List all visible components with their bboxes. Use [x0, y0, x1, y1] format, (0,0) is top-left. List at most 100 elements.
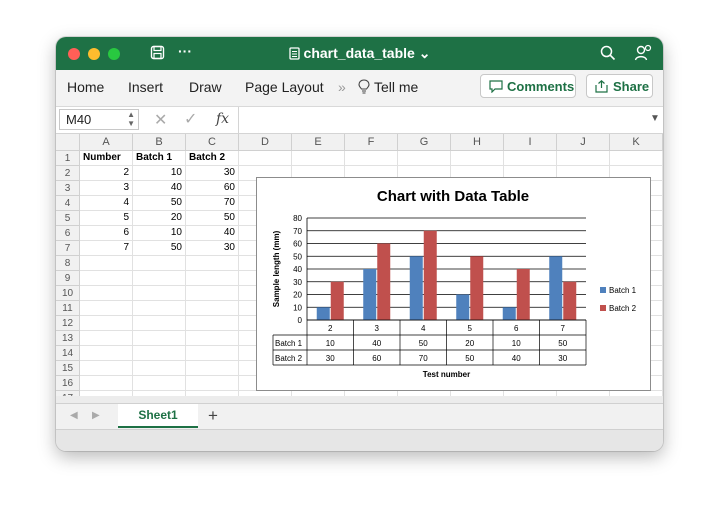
column-header[interactable]: I [504, 134, 557, 151]
data-cell[interactable]: 4 [80, 196, 133, 211]
cell[interactable] [80, 331, 133, 346]
chart[interactable]: Chart with Data Table 0 10 20 30 40 50 60 70 80 Sa… [256, 177, 651, 391]
column-header[interactable]: E [292, 134, 345, 151]
row-header[interactable]: 9 [56, 271, 80, 286]
cell[interactable] [133, 286, 186, 301]
cell[interactable] [80, 301, 133, 316]
share-button[interactable]: Share [586, 74, 653, 98]
row-header[interactable]: 14 [56, 346, 80, 361]
cell[interactable] [186, 331, 239, 346]
cell[interactable] [133, 331, 186, 346]
formula-expand-icon[interactable]: ▼ [650, 113, 660, 124]
cell[interactable] [133, 376, 186, 391]
cell[interactable] [610, 391, 663, 396]
more-tabs-icon[interactable]: » [338, 79, 346, 95]
data-cell[interactable]: 3 [80, 181, 133, 196]
search-icon[interactable] [600, 45, 616, 66]
column-header[interactable]: H [451, 134, 504, 151]
cell[interactable] [80, 256, 133, 271]
cell[interactable] [186, 376, 239, 391]
tab-page-layout[interactable]: Page Layout [245, 79, 324, 95]
cell[interactable] [239, 391, 292, 396]
tab-home[interactable]: Home [67, 79, 104, 95]
row-header[interactable]: 12 [56, 316, 80, 331]
cell[interactable] [80, 271, 133, 286]
column-header[interactable]: K [610, 134, 663, 151]
data-cell[interactable]: 6 [80, 226, 133, 241]
cell[interactable] [133, 361, 186, 376]
column-header[interactable]: F [345, 134, 398, 151]
column-header[interactable]: G [398, 134, 451, 151]
tab-insert[interactable]: Insert [128, 79, 163, 95]
scroll-left-icon[interactable]: ◀ [70, 410, 78, 421]
cell[interactable] [504, 391, 557, 396]
row-header[interactable]: 1 [56, 151, 80, 166]
cell[interactable] [610, 151, 663, 166]
row-header[interactable]: 2 [56, 166, 80, 181]
cell[interactable] [186, 391, 239, 396]
cell[interactable] [133, 271, 186, 286]
cell[interactable] [80, 376, 133, 391]
cell[interactable] [398, 151, 451, 166]
header-cell[interactable]: Batch 2 [186, 151, 239, 166]
cell[interactable] [186, 316, 239, 331]
cell[interactable] [186, 301, 239, 316]
cell[interactable] [186, 256, 239, 271]
formula-input[interactable] [238, 107, 644, 133]
data-cell[interactable]: 40 [186, 226, 239, 241]
cell[interactable] [398, 391, 451, 396]
comments-button[interactable]: Comments [480, 74, 576, 98]
row-header[interactable]: 8 [56, 256, 80, 271]
data-cell[interactable]: 30 [186, 241, 239, 256]
data-cell[interactable]: 50 [186, 211, 239, 226]
column-header[interactable]: B [133, 134, 186, 151]
cell[interactable] [292, 151, 345, 166]
data-cell[interactable]: 70 [186, 196, 239, 211]
select-all-corner[interactable] [56, 134, 80, 151]
data-cell[interactable]: 30 [186, 166, 239, 181]
fx-label[interactable]: fx [216, 111, 229, 127]
data-cell[interactable]: 10 [133, 166, 186, 181]
row-header[interactable]: 13 [56, 331, 80, 346]
data-cell[interactable]: 50 [133, 241, 186, 256]
cell[interactable] [557, 151, 610, 166]
data-cell[interactable]: 60 [186, 181, 239, 196]
cell[interactable] [80, 391, 133, 396]
cell[interactable] [504, 151, 557, 166]
cell[interactable] [80, 316, 133, 331]
cell[interactable] [186, 286, 239, 301]
cell[interactable] [186, 271, 239, 286]
data-cell[interactable]: 40 [133, 181, 186, 196]
cell[interactable] [451, 391, 504, 396]
row-header[interactable]: 3 [56, 181, 80, 196]
cell[interactable] [80, 286, 133, 301]
data-cell[interactable]: 50 [133, 196, 186, 211]
data-cell[interactable]: 5 [80, 211, 133, 226]
data-cell[interactable]: 2 [80, 166, 133, 181]
window-title[interactable]: chart_data_table ⌄ [56, 45, 663, 63]
cell[interactable] [186, 346, 239, 361]
cell[interactable] [133, 316, 186, 331]
scroll-right-icon[interactable]: ▶ [92, 410, 100, 421]
name-box-stepper-icon[interactable]: ▲ ▼ [127, 110, 135, 128]
row-header[interactable]: 11 [56, 301, 80, 316]
data-cell[interactable]: 10 [133, 226, 186, 241]
cell[interactable] [133, 301, 186, 316]
row-header[interactable]: 15 [56, 361, 80, 376]
data-cell[interactable]: 7 [80, 241, 133, 256]
cell[interactable] [80, 361, 133, 376]
cell[interactable] [451, 151, 504, 166]
row-header[interactable]: 5 [56, 211, 80, 226]
header-cell[interactable]: Batch 1 [133, 151, 186, 166]
cell[interactable] [186, 361, 239, 376]
tell-me[interactable]: Tell me [358, 79, 418, 95]
cell[interactable] [292, 391, 345, 396]
column-header[interactable]: D [239, 134, 292, 151]
cell[interactable] [133, 391, 186, 396]
row-header[interactable]: 6 [56, 226, 80, 241]
cell[interactable] [80, 346, 133, 361]
confirm-icon[interactable]: ✓ [184, 109, 197, 129]
name-box[interactable]: M40 ▲ ▼ [59, 109, 139, 130]
tab-draw[interactable]: Draw [189, 79, 222, 95]
sheet-tab-sheet1[interactable]: Sheet1 [118, 404, 198, 428]
